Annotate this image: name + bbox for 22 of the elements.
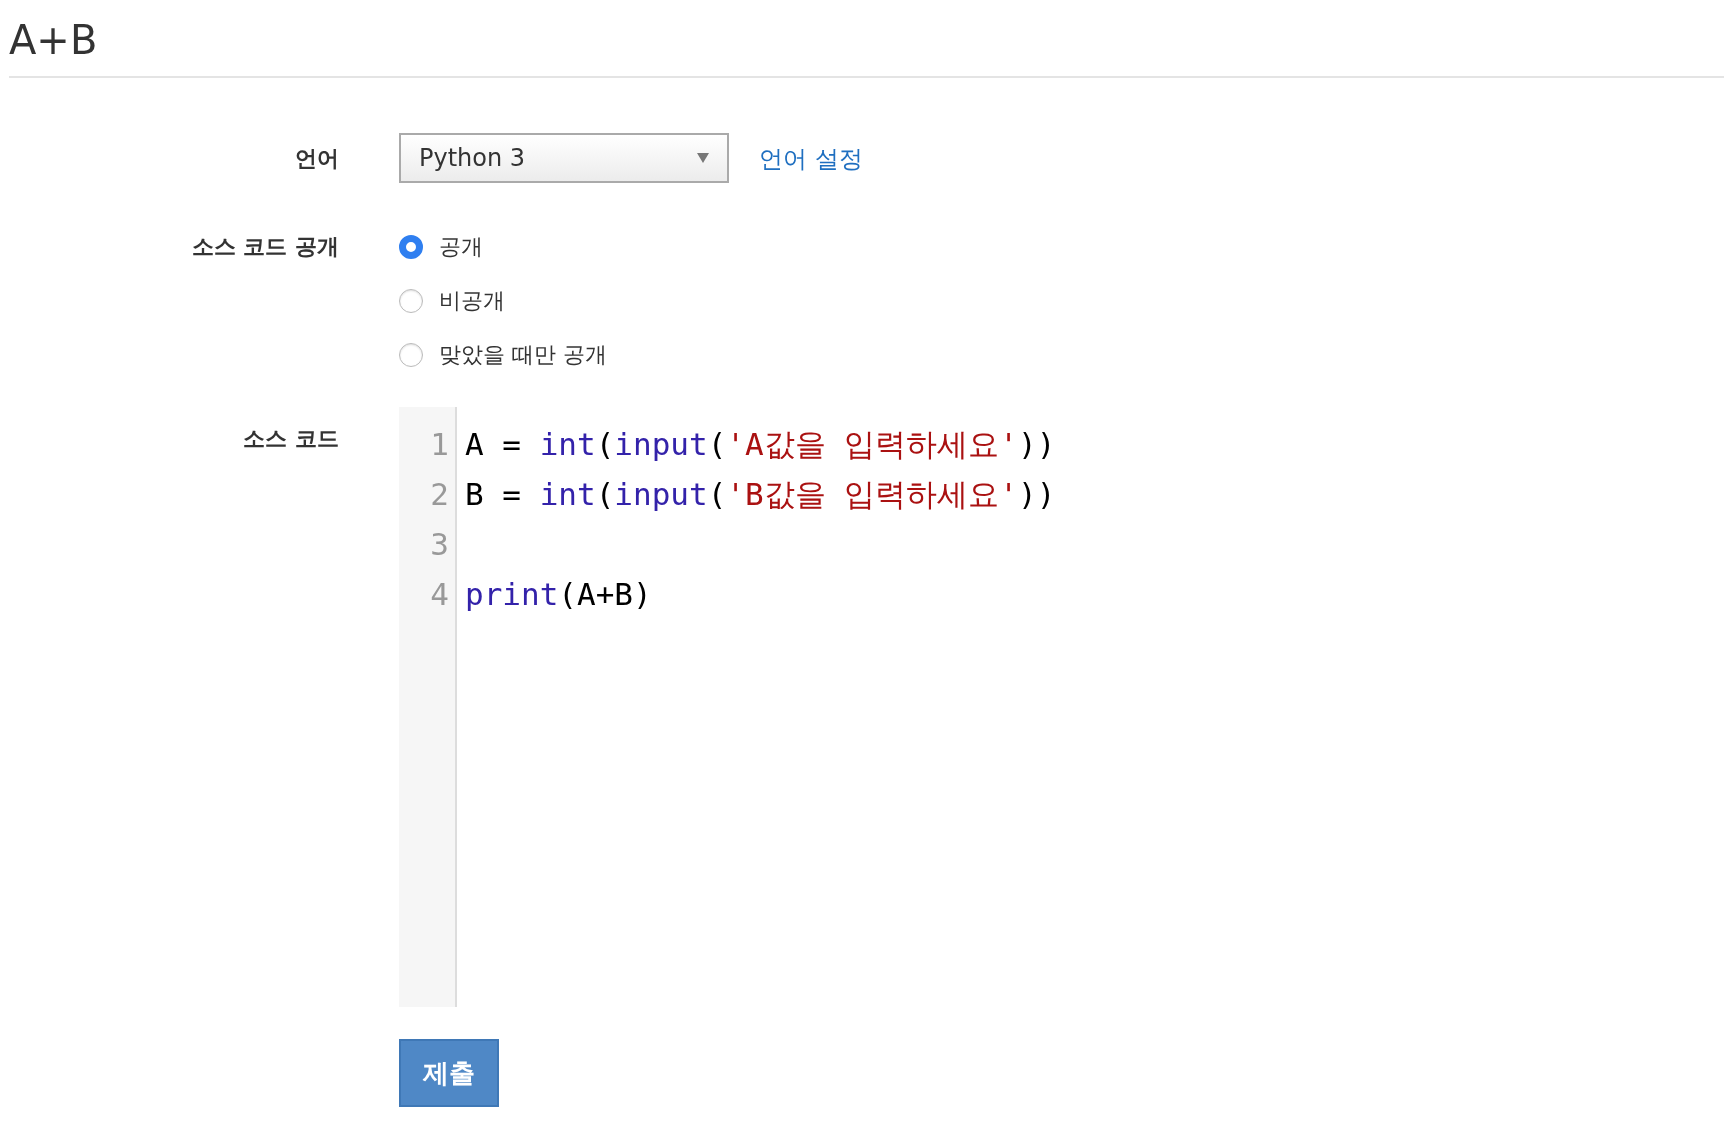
- code-line: print(A+B): [465, 575, 653, 614]
- radio-button[interactable]: [399, 289, 423, 313]
- page-title: A+B: [9, 16, 1724, 78]
- radio-label[interactable]: 맞았을 때만 공개: [439, 335, 607, 375]
- line-number: 3: [429, 525, 450, 564]
- line-number: 4: [429, 575, 450, 614]
- line-number: 1: [429, 425, 450, 464]
- code-line: B = int(input('B값을 입력하세요')): [465, 475, 1057, 514]
- language-settings-link[interactable]: 언어 설정: [759, 139, 863, 179]
- field-label: 언어: [294, 145, 340, 173]
- code-editor[interactable]: 1 2 3 4 A = int(input('A값을 입력하세요')) B = int(input('B값을 입력하세요')) print(A+B): [399, 407, 1724, 1007]
- radio-label[interactable]: 비공개: [439, 281, 505, 321]
- line-number: 2: [429, 475, 450, 514]
- language-select[interactable]: Python 3: [399, 133, 729, 183]
- submit-button[interactable]: 제출: [399, 1039, 499, 1107]
- radio-label[interactable]: 공개: [439, 227, 483, 267]
- radio-button[interactable]: [399, 343, 423, 367]
- radio-button[interactable]: [399, 235, 423, 259]
- field-label: 소스 코드: [242, 425, 340, 453]
- code-line: A = int(input('A값을 입력하세요')): [465, 425, 1057, 464]
- field-label: 소스 코드 공개: [190, 233, 340, 261]
- caret-icon: [697, 153, 709, 163]
